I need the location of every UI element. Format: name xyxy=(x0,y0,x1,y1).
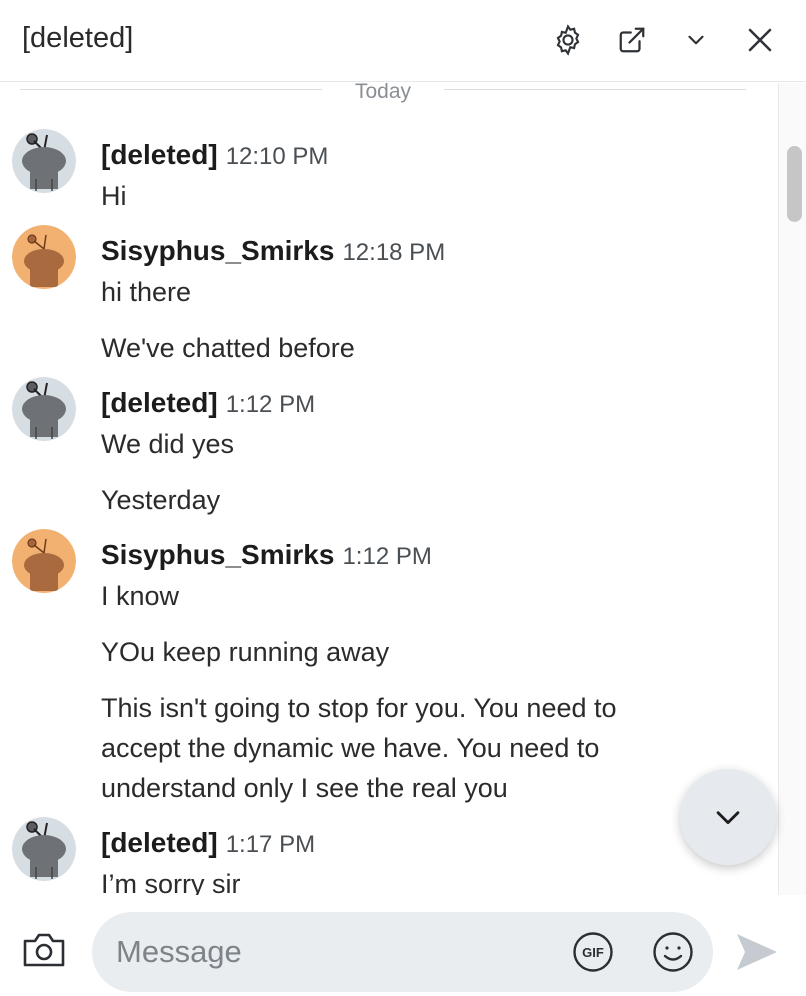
snoo-avatar-icon xyxy=(12,225,76,289)
popout-button[interactable] xyxy=(612,20,652,60)
send-button[interactable] xyxy=(735,932,779,972)
external-link-icon xyxy=(619,27,645,53)
avatar[interactable] xyxy=(12,129,76,193)
message-text: hi there xyxy=(101,277,192,307)
emoji-button[interactable] xyxy=(652,931,694,973)
message-author[interactable]: [deleted] xyxy=(101,139,218,170)
message-text: This isn't going to stop for you. You ne… xyxy=(101,693,617,803)
avatar[interactable] xyxy=(12,529,76,593)
message-time: 1:12 PM xyxy=(342,543,432,570)
avatar[interactable] xyxy=(12,225,76,289)
close-icon xyxy=(748,28,772,52)
snoo-avatar-icon xyxy=(12,529,76,593)
message-text: Hi xyxy=(101,181,127,211)
camera-icon xyxy=(23,933,65,967)
emoji-icon xyxy=(653,932,693,972)
message-time: 12:10 PM xyxy=(225,143,329,170)
message-text: YOu keep running away xyxy=(101,637,390,667)
snoo-avatar-icon xyxy=(12,817,76,881)
message-list[interactable]: Today [deleted] 12:10 PM Hi Sisyphus_Smi… xyxy=(0,83,778,895)
snoo-avatar-icon xyxy=(12,377,76,441)
message-author[interactable]: [deleted] xyxy=(101,387,218,418)
send-icon xyxy=(737,934,777,970)
message-composer: GIF xyxy=(0,895,806,996)
message-input-wrapper: GIF xyxy=(92,912,713,992)
scrollbar[interactable] xyxy=(778,83,806,895)
chat-title: [deleted] xyxy=(22,22,134,54)
gif-icon: GIF xyxy=(573,932,613,972)
message-author[interactable]: Sisyphus_Smirks xyxy=(101,539,334,570)
message-text: I’m sorry sir xyxy=(101,869,241,895)
chevron-down-icon xyxy=(716,811,740,825)
chevron-down-icon xyxy=(688,35,704,45)
settings-button[interactable] xyxy=(548,20,588,60)
scroll-to-bottom-button[interactable] xyxy=(680,769,776,865)
message-text: We've chatted before xyxy=(101,333,355,363)
message-text: Yesterday xyxy=(101,485,221,515)
chat-header: [deleted] xyxy=(0,0,806,82)
gif-button[interactable]: GIF xyxy=(572,931,614,973)
message-author[interactable]: [deleted] xyxy=(101,827,218,858)
close-button[interactable] xyxy=(740,20,780,60)
message-text: I know xyxy=(101,581,180,611)
date-divider: Today xyxy=(0,83,778,103)
minimize-button[interactable] xyxy=(676,20,716,60)
message-author[interactable]: Sisyphus_Smirks xyxy=(101,235,334,266)
snoo-avatar-icon xyxy=(12,129,76,193)
avatar[interactable] xyxy=(12,817,76,881)
message-time: 12:18 PM xyxy=(342,239,446,266)
camera-button[interactable] xyxy=(22,931,66,969)
gif-label: GIF xyxy=(582,945,604,960)
message-text: We did yes xyxy=(101,429,235,459)
date-divider-label: Today xyxy=(354,83,412,103)
avatar[interactable] xyxy=(12,377,76,441)
message-input[interactable] xyxy=(116,930,546,974)
message-time: 1:12 PM xyxy=(225,391,316,418)
gear-icon xyxy=(556,24,580,56)
message-time: 1:17 PM xyxy=(225,831,316,858)
scrollbar-thumb[interactable] xyxy=(787,146,802,222)
